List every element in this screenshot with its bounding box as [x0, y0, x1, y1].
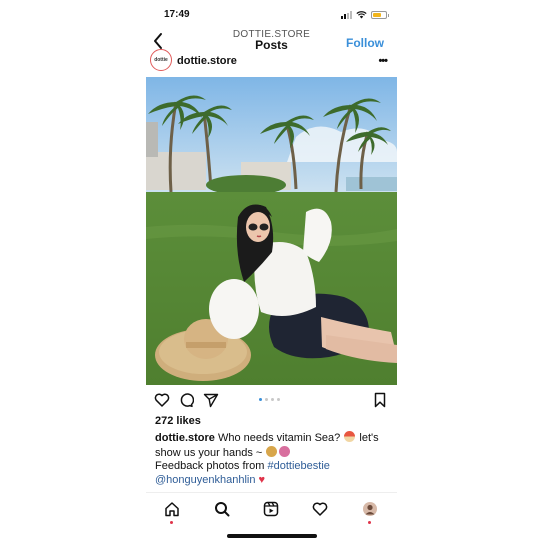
bookmark-icon[interactable]	[372, 392, 388, 408]
caption-hashtag[interactable]: #dottiebestie	[268, 460, 330, 472]
profile-avatar	[363, 502, 377, 516]
post-author-avatar[interactable]: dottie	[150, 49, 172, 71]
cellular-signal-icon	[341, 10, 352, 19]
nav-profile[interactable]	[361, 501, 379, 524]
carousel-dot	[259, 398, 262, 401]
battery-icon	[371, 10, 389, 19]
caption-mention[interactable]: @honguyenkhanhlin	[155, 474, 255, 486]
notification-dot	[170, 521, 173, 524]
home-indicator	[227, 534, 317, 538]
comment-icon[interactable]	[178, 392, 194, 408]
likes-count[interactable]: 272 likes	[155, 415, 201, 427]
caption-username[interactable]: dottie.store	[155, 432, 215, 444]
post-author-username[interactable]: dottie.store	[177, 55, 237, 67]
more-horizontal-icon[interactable]: •••	[378, 55, 388, 67]
activity-icon	[312, 502, 328, 516]
search-icon	[215, 502, 230, 517]
heart-icon[interactable]	[154, 392, 170, 408]
red-heart-emoji-icon: ♥	[258, 473, 266, 486]
raised-hands-emoji-icon	[279, 445, 291, 457]
notification-dot	[368, 521, 371, 524]
caption-text-1: Who needs vitamin Sea?	[217, 432, 341, 444]
wifi-icon	[356, 10, 367, 18]
post-actions	[146, 392, 397, 408]
home-icon	[165, 502, 179, 517]
carousel-dot	[271, 398, 274, 401]
post-photo[interactable]	[146, 77, 397, 385]
nav-search[interactable]	[213, 501, 231, 519]
carousel-dot	[265, 398, 268, 401]
status-icons	[341, 10, 389, 19]
nav-reels[interactable]	[262, 501, 280, 519]
bottom-navigation	[146, 492, 397, 524]
nav-activity[interactable]	[311, 501, 329, 519]
beach-umbrella-emoji-icon	[344, 431, 356, 442]
caption-text-2: Feedback photos from	[155, 460, 265, 473]
status-time: 17:49	[164, 9, 190, 20]
post-caption: dottie.store Who needs vitamin Sea? let'…	[155, 431, 391, 487]
carousel-indicator	[259, 398, 280, 401]
reels-icon	[263, 501, 279, 517]
follow-button[interactable]: Follow	[346, 36, 384, 50]
carousel-dot	[277, 398, 280, 401]
person-emoji-icon	[266, 445, 278, 457]
avatar-logo-text: dottie	[154, 57, 168, 63]
send-icon[interactable]	[203, 392, 219, 408]
nav-home[interactable]	[163, 501, 181, 524]
battery-level-fill	[373, 12, 382, 17]
instagram-post-screen: 17:49 DOTTIE.STORE Posts Follow dottie d…	[146, 0, 397, 543]
